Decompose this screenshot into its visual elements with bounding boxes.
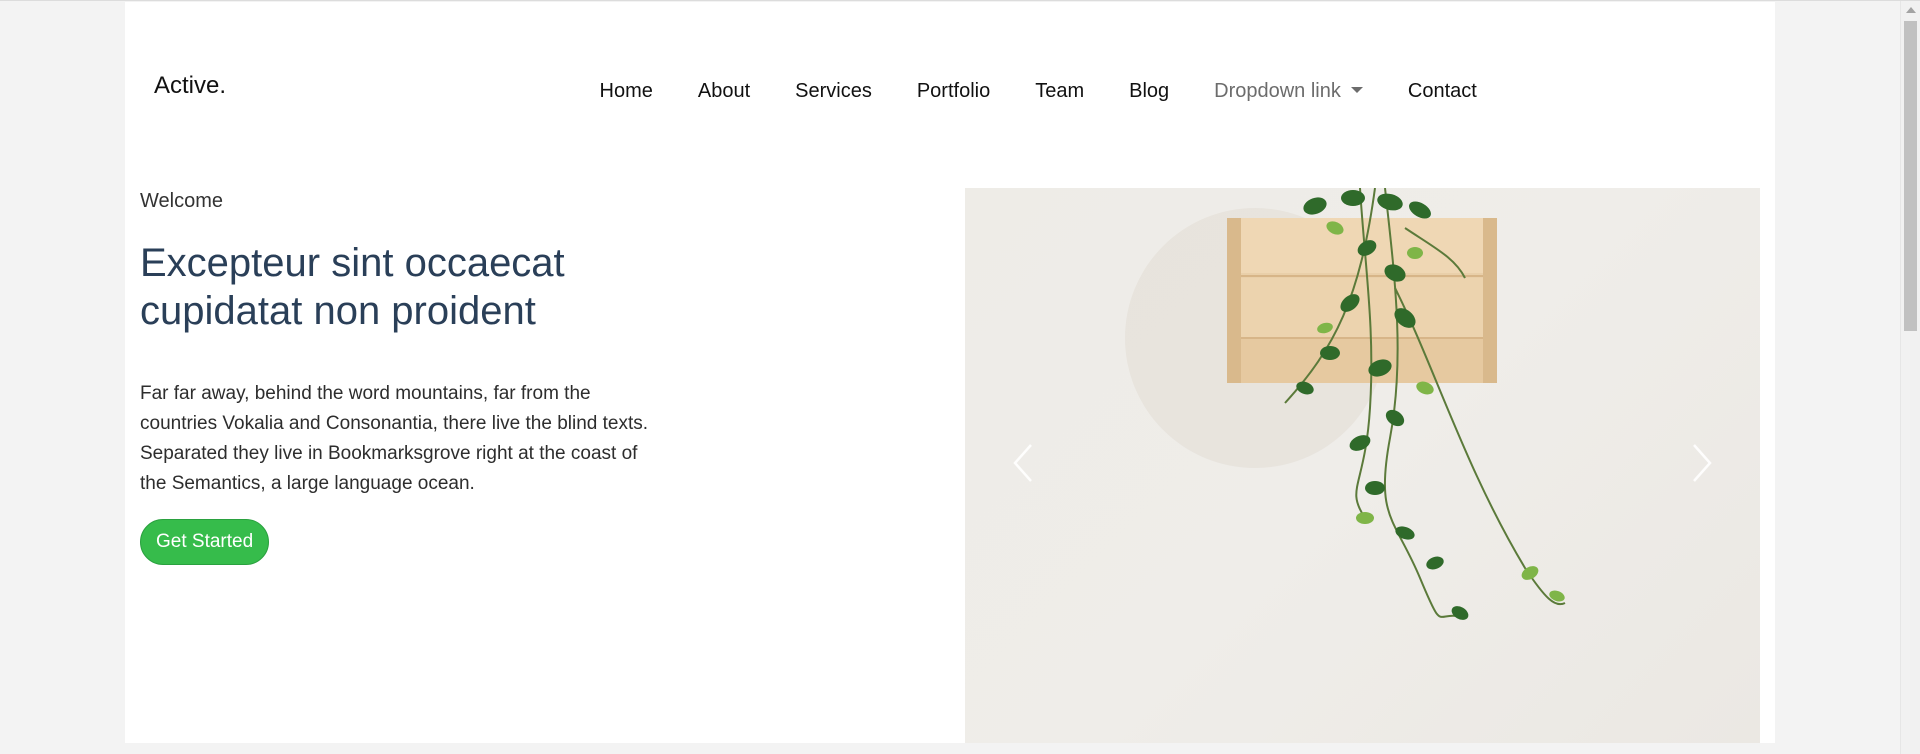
hero-eyebrow: Welcome bbox=[140, 190, 223, 212]
scroll-up-arrow-icon[interactable] bbox=[1906, 7, 1916, 13]
chevron-left-icon[interactable] bbox=[1005, 433, 1045, 493]
hero-headline: Excepteur sint occaecat cupidatat non pr… bbox=[140, 239, 650, 335]
hero-carousel bbox=[965, 188, 1760, 743]
nav-item-team[interactable]: Team bbox=[1013, 80, 1107, 103]
page: Active. Home About Services Portfolio Te… bbox=[0, 0, 1920, 754]
nav-item-services[interactable]: Services bbox=[773, 80, 895, 103]
page-scrollbar[interactable] bbox=[1900, 1, 1920, 754]
hero-headline-line-2: cupidatat non proident bbox=[140, 289, 536, 333]
nav-item-contact[interactable]: Contact bbox=[1385, 80, 1499, 103]
nav-item-blog[interactable]: Blog bbox=[1107, 80, 1192, 103]
main-nav: Home About Services Portfolio Team Blog … bbox=[577, 80, 1499, 103]
scrollbar-thumb[interactable] bbox=[1904, 21, 1917, 331]
caret-down-icon bbox=[1350, 87, 1363, 93]
brand-logo[interactable]: Active. bbox=[154, 72, 226, 100]
site-container: Active. Home About Services Portfolio Te… bbox=[125, 2, 1775, 743]
get-started-button[interactable]: Get Started bbox=[140, 519, 270, 565]
nav-item-about[interactable]: About bbox=[675, 80, 772, 103]
nav-item-dropdown-label: Dropdown link bbox=[1214, 80, 1341, 102]
hero-headline-line-1: Excepteur sint occaecat bbox=[140, 241, 565, 285]
plant-crate-image bbox=[1125, 188, 1566, 620]
nav-item-portfolio[interactable]: Portfolio bbox=[894, 80, 1012, 103]
nav-item-dropdown[interactable]: Dropdown link bbox=[1192, 80, 1386, 103]
nav-item-home[interactable]: Home bbox=[577, 80, 675, 103]
chevron-right-icon[interactable] bbox=[1680, 433, 1720, 493]
hero-lead: Far far away, behind the word mountains,… bbox=[140, 383, 649, 494]
hero-text: Welcome Excepteur sint occaecat cupidata… bbox=[140, 190, 650, 565]
